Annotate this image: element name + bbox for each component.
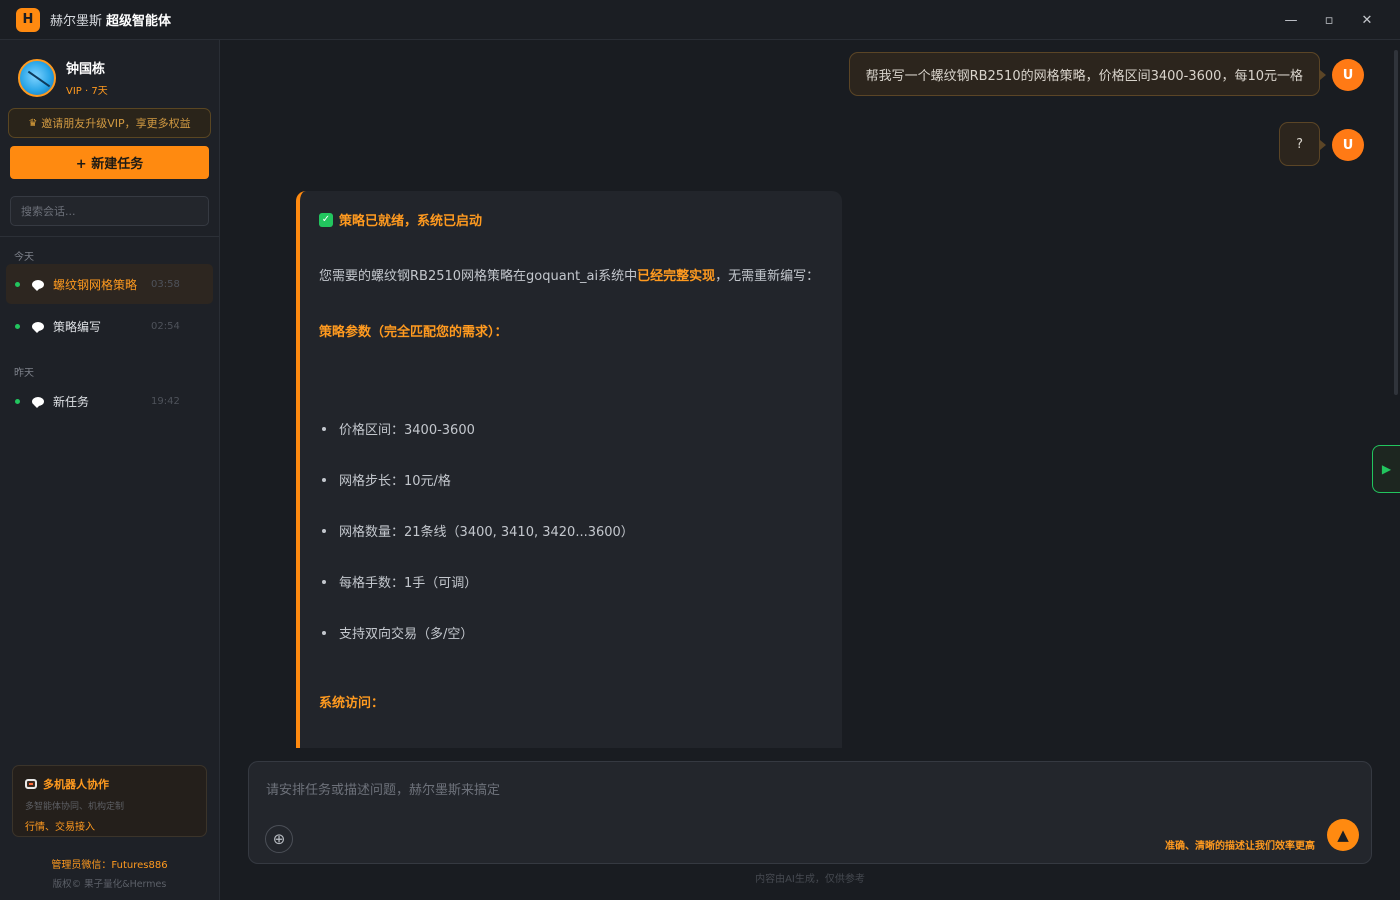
side-panel-toggle-icon[interactable]: ▶ — [1372, 445, 1400, 493]
ai-intro-tail: ，无需重新编写： — [715, 269, 820, 284]
conversation-item[interactable]: 策略编写 02:54 — [6, 306, 213, 346]
ai-status-text: 策略已就绪，系统已启动 — [339, 214, 483, 229]
user-message: 帮我写一个螺纹钢RB2510的网格策略，价格区间3400-3600，每10元一格 — [848, 52, 1327, 96]
conversation-title: 螺纹钢网格策略 — [53, 277, 138, 292]
invite-label: 邀请朋友升级VIP，享更多权益 — [41, 117, 191, 130]
conversation-time: 19:42 — [151, 395, 180, 407]
robot-icon — [25, 779, 37, 789]
online-dot-icon — [15, 398, 20, 404]
list-item: 每格手数：1手（可调） — [319, 556, 634, 607]
group-label-yesterday: 昨天 — [14, 368, 34, 379]
send-button[interactable]: ▲ — [1327, 819, 1359, 851]
conversation-item[interactable]: 螺纹钢网格策略 03:58 — [6, 264, 213, 304]
check-icon: ✓ — [319, 212, 333, 227]
conversation-item[interactable]: 新任务 19:42 — [6, 381, 213, 421]
user-avatar: U — [1332, 129, 1364, 161]
chat-bubble-icon — [32, 396, 44, 408]
group-label-today: 今天 — [14, 252, 34, 263]
user-profile[interactable]: 钟国栋 VIP · 7天 — [18, 58, 108, 97]
multi-robot-card[interactable]: 多机器人协作 多智能体协同、机构定制 行情、交易接入 — [12, 765, 207, 837]
new-task-button[interactable]: + 新建任务 — [10, 146, 209, 179]
app-name: 赫尔墨斯 — [50, 14, 103, 29]
conversation-time: 02:54 — [151, 320, 180, 332]
multi-robot-title: 多机器人协作 — [43, 778, 109, 791]
scrollbar[interactable] — [1394, 50, 1398, 395]
search-input[interactable]: 搜索会话... — [10, 196, 209, 226]
message-placeholder: 请安排任务或描述问题，赫尔墨斯来搞定 — [266, 783, 501, 798]
user-name: 钟国栋 — [66, 62, 106, 77]
app-title: 赫尔墨斯 超级智能体 — [50, 10, 171, 29]
input-hint: 准确、清晰的描述让我们效率更高 — [1165, 841, 1315, 852]
close-button[interactable]: ✕ — [1348, 0, 1386, 40]
sidebar: 钟国栋 VIP · 7天 ♛ 邀请朋友升级VIP，享更多权益 + 新建任务 搜索… — [0, 40, 220, 900]
message-input[interactable]: 请安排任务或描述问题，赫尔墨斯来搞定 ⊕ 准确、清晰的描述让我们效率更高 ▲ — [248, 761, 1372, 864]
title-bar: H 赫尔墨斯 超级智能体 — ▫ ✕ — [0, 0, 1400, 40]
invite-banner[interactable]: ♛ 邀请朋友升级VIP，享更多权益 — [8, 108, 211, 138]
ai-status: ✓ 策略已就绪，系统已启动 — [319, 210, 482, 229]
vip-badge: VIP · 7天 — [66, 86, 108, 97]
online-dot-icon — [15, 281, 20, 287]
multi-robot-link[interactable]: 行情、交易接入 — [25, 818, 194, 833]
avatar — [18, 58, 56, 97]
conversation-title: 策略编写 — [53, 319, 102, 334]
online-dot-icon — [15, 323, 20, 329]
chat-area: 帮我写一个螺纹钢RB2510的网格策略，价格区间3400-3600，每10元一格… — [220, 40, 1400, 900]
attach-icon[interactable]: ⊕ — [265, 825, 293, 853]
ai-response: ✓ 策略已就绪，系统已启动 您需要的螺纹钢RB2510网格策略在goquant_… — [296, 191, 842, 748]
chat-bubble-icon — [32, 321, 44, 333]
list-item: 支持双向交易（多/空） — [319, 607, 634, 658]
app-name-bold: 超级智能体 — [106, 14, 172, 29]
user-avatar: U — [1332, 59, 1364, 91]
app-logo-icon: H — [16, 7, 40, 32]
chat-bubble-icon — [32, 279, 44, 291]
ai-intro-highlight: 已经完整实现 — [637, 269, 716, 284]
ai-disclaimer: 内容由AI生成，仅供参考 — [755, 874, 865, 885]
list-item: 网格步长：10元/格 — [319, 454, 634, 505]
copyright: 版权© 果子量化&Hermes — [52, 879, 167, 890]
crown-icon: ♛ — [28, 117, 38, 129]
ai-intro-text: 您需要的螺纹钢RB2510网格策略在goquant_ai系统中 — [319, 269, 638, 284]
list-item: 价格区间：3400-3600 — [319, 403, 634, 454]
window-controls: — ▫ ✕ — [1272, 0, 1386, 40]
conversation-time: 03:58 — [151, 278, 180, 290]
list-item: 网格数量：21条线（3400, 3410, 3420...3600） — [319, 505, 634, 556]
ai-intro: 您需要的螺纹钢RB2510网格策略在goquant_ai系统中已经完整实现，无需… — [319, 265, 819, 284]
multi-robot-subtitle: 多智能体协同、机构定制 — [25, 802, 125, 812]
params-heading: 策略参数（完全匹配您的需求）： — [319, 325, 508, 340]
minimize-button[interactable]: — — [1272, 0, 1310, 40]
conversation-title: 新任务 — [53, 394, 90, 409]
user-message: ? — [1279, 122, 1326, 166]
params-list: 价格区间：3400-3600 网格步长：10元/格 网格数量：21条线（3400… — [319, 403, 634, 658]
access-heading: 系统访问： — [319, 696, 385, 711]
maximize-button[interactable]: ▫ — [1310, 0, 1348, 40]
admin-contact: 管理员微信：Futures886 — [51, 860, 168, 871]
divider — [0, 236, 219, 237]
